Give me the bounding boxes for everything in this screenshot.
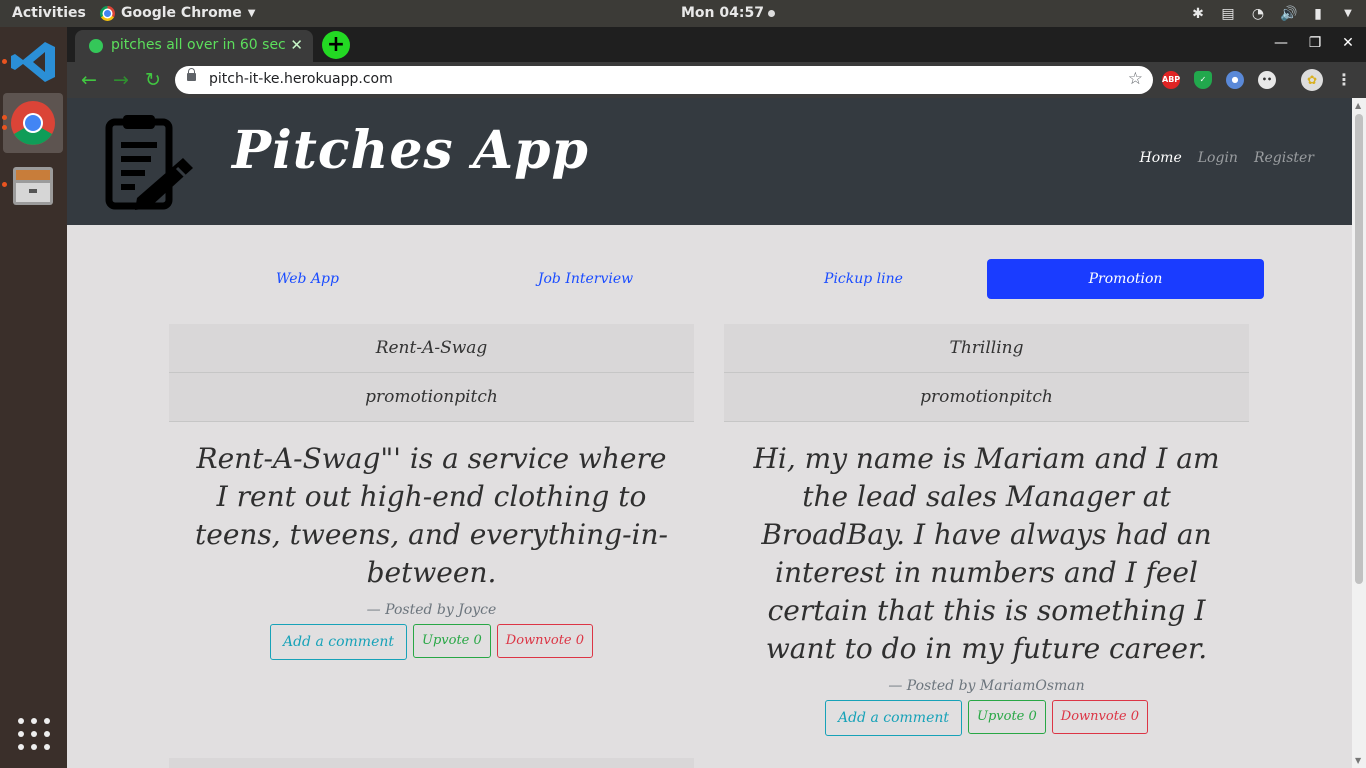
browser-toolbar: ← → ↻ pitch-it-ke.herokuapp.com ☆ ABP ✓ … xyxy=(67,62,1366,98)
dock-item-chrome[interactable] xyxy=(2,93,63,153)
notes-icon[interactable]: ▤ xyxy=(1220,6,1236,22)
volume-icon[interactable]: 🔊 xyxy=(1280,6,1297,22)
pitch-body: Hi, my name is Mariam and I am the lead … xyxy=(753,442,1220,665)
system-menu-chevron-icon[interactable]: ▼ xyxy=(1340,6,1356,22)
shield-extension-icon[interactable]: ✓ xyxy=(1194,71,1212,89)
bookmark-star-icon[interactable]: ☆ xyxy=(1128,69,1143,89)
pitch-author: — Posted by Joyce xyxy=(366,602,497,618)
upvote-button[interactable]: Upvote 0 xyxy=(413,624,491,658)
face-extension-icon[interactable]: •• xyxy=(1258,71,1276,89)
app-menu-label: Google Chrome xyxy=(121,5,242,21)
upvote-button[interactable]: Upvote 0 xyxy=(968,700,1046,734)
url-text: pitch-it-ke.herokuapp.com xyxy=(209,71,393,87)
scrollbar-thumb[interactable] xyxy=(1355,114,1363,584)
next-pitch-card-edge xyxy=(169,758,694,768)
circle-extension-icon[interactable]: ● xyxy=(1226,71,1244,89)
category-pills: Web App Job Interview Pickup line Promot… xyxy=(169,259,1264,299)
pitch-title: Thrilling xyxy=(724,324,1249,373)
restore-icon[interactable]: ❐ xyxy=(1305,35,1325,51)
chrome-icon xyxy=(11,101,55,145)
forward-arrow-icon[interactable]: → xyxy=(110,69,132,91)
notification-dot-icon xyxy=(767,9,775,17)
page-scrollbar[interactable]: ▲ ▼ xyxy=(1352,98,1366,768)
downvote-button[interactable]: Downvote 0 xyxy=(1051,700,1149,734)
pitch-body: Rent-A-Swag"' is a service where I rent … xyxy=(195,442,668,589)
dock xyxy=(0,27,67,768)
vscode-icon xyxy=(11,42,55,82)
battery-icon[interactable]: ▮ xyxy=(1310,6,1326,22)
dock-item-files[interactable] xyxy=(2,155,63,215)
lock-icon xyxy=(187,68,196,81)
chrome-icon xyxy=(100,6,115,21)
site-favicon-icon xyxy=(89,39,103,53)
scroll-down-icon[interactable]: ▼ xyxy=(1355,756,1361,765)
slack-icon[interactable]: ✱ xyxy=(1190,6,1206,22)
brand-title[interactable]: Pitches App xyxy=(232,120,589,181)
pitch-category: promotionpitch xyxy=(169,373,694,422)
minimize-icon[interactable]: — xyxy=(1271,35,1291,51)
nav-links: Home Login Register xyxy=(1140,150,1314,166)
dock-item-vscode[interactable] xyxy=(2,32,63,92)
scroll-up-icon[interactable]: ▲ xyxy=(1355,101,1361,110)
system-top-bar: Activities Google Chrome ▼ Mon 04:57 ✱ ▤… xyxy=(0,0,1366,27)
running-indicator xyxy=(2,125,7,130)
profile-avatar[interactable]: ✿ xyxy=(1301,69,1323,91)
pitch-card: Thrilling promotionpitch Hi, my name is … xyxy=(724,324,1249,736)
add-comment-button[interactable]: Add a comment xyxy=(269,624,407,660)
reload-icon[interactable]: ↻ xyxy=(142,69,164,91)
clipboard-pencil-logo-icon xyxy=(105,115,193,210)
nav-link-home[interactable]: Home xyxy=(1140,150,1182,166)
pitch-title: Rent-A-Swag xyxy=(169,324,694,373)
adblock-plus-icon[interactable]: ABP xyxy=(1162,71,1180,89)
clock-label: Mon 04:57 xyxy=(681,5,764,21)
activities-button[interactable]: Activities xyxy=(12,0,86,27)
chevron-down-icon: ▼ xyxy=(247,8,256,19)
file-cabinet-icon xyxy=(13,167,53,205)
pitch-card: Rent-A-Swag promotionpitch Rent-A-Swag"'… xyxy=(169,324,694,660)
running-indicator xyxy=(2,115,7,120)
tab-close-icon[interactable]: ✕ xyxy=(290,36,303,54)
pitch-category: promotionpitch xyxy=(724,373,1249,422)
site-navbar: Pitches App Home Login Register xyxy=(67,98,1352,225)
show-applications-grid-icon[interactable] xyxy=(18,718,50,750)
category-promotion[interactable]: Promotion xyxy=(987,259,1264,299)
tab-strip: pitches all over in 60 seconds ✕ + — ❐ ✕ xyxy=(67,27,1366,62)
category-web-app[interactable]: Web App xyxy=(169,259,446,299)
clock[interactable]: Mon 04:57 xyxy=(681,0,775,27)
running-indicator xyxy=(2,182,7,187)
pitch-actions: Add a comment Upvote 0 Downvote 0 xyxy=(724,700,1249,736)
browser-window: pitches all over in 60 seconds ✕ + — ❐ ✕… xyxy=(67,27,1366,768)
wifi-icon[interactable]: ◔ xyxy=(1250,6,1266,22)
web-page: Pitches App Home Login Register Web App … xyxy=(67,98,1352,768)
tab-title: pitches all over in 60 seconds xyxy=(111,37,286,53)
add-comment-button[interactable]: Add a comment xyxy=(824,700,962,736)
downvote-button[interactable]: Downvote 0 xyxy=(496,624,594,658)
pitch-actions: Add a comment Upvote 0 Downvote 0 xyxy=(169,624,694,660)
nav-link-register[interactable]: Register xyxy=(1254,150,1314,166)
system-tray: ✱ ▤ ◔ 🔊 ▮ ▼ xyxy=(1190,0,1356,27)
chrome-menu-icon[interactable]: ⋮ xyxy=(1335,71,1353,89)
app-menu[interactable]: Google Chrome ▼ xyxy=(100,0,255,27)
address-bar[interactable]: pitch-it-ke.herokuapp.com ☆ xyxy=(175,66,1153,94)
category-pickup-line[interactable]: Pickup line xyxy=(725,259,1002,299)
back-arrow-icon[interactable]: ← xyxy=(78,69,100,91)
pitch-author: — Posted by MariamOsman xyxy=(888,678,1085,694)
category-job-interview[interactable]: Job Interview xyxy=(447,259,724,299)
running-indicator xyxy=(2,59,7,64)
new-tab-button[interactable]: + xyxy=(322,31,350,59)
browser-tab[interactable]: pitches all over in 60 seconds ✕ xyxy=(75,30,313,62)
nav-link-login[interactable]: Login xyxy=(1198,150,1238,166)
close-window-icon[interactable]: ✕ xyxy=(1338,35,1358,51)
